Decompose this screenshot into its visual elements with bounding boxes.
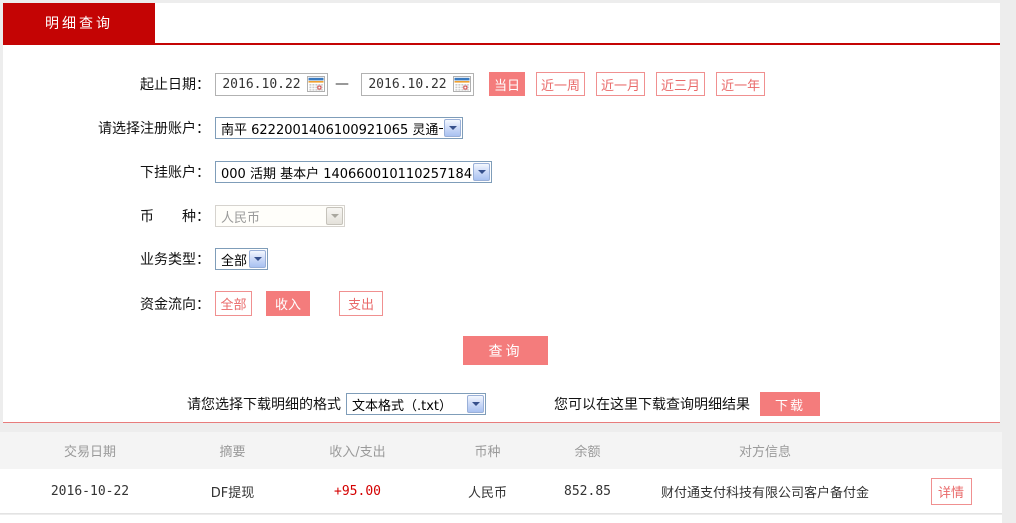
sub-account-select[interactable]: 000 活期 基本户 1406600101102571848 bbox=[215, 161, 492, 183]
currency-value: 人民币 bbox=[221, 210, 261, 226]
download-button[interactable]: 下载 bbox=[760, 392, 820, 416]
currency-label: 币 种： bbox=[140, 209, 210, 225]
end-date-input[interactable]: 2016.10.22 bbox=[361, 72, 474, 96]
date-separator: — bbox=[335, 76, 349, 92]
end-date-value: 2016.10.22 bbox=[368, 76, 447, 92]
column-header-amount: 收入/支出 bbox=[329, 445, 386, 460]
cell-transaction-date: 2016-10-22 bbox=[50, 483, 130, 499]
cell-currency: 人民币 bbox=[467, 485, 507, 501]
form-bottom-divider bbox=[3, 422, 1000, 423]
chevron-down-icon[interactable] bbox=[444, 119, 461, 137]
registered-account-select[interactable]: 南平 6222001406100921065 灵通卡 bbox=[215, 117, 463, 139]
quick-range-year-button[interactable]: 近一年 bbox=[716, 72, 766, 96]
start-date-input[interactable]: 2016.10.22 bbox=[215, 72, 328, 96]
quick-range-week-button[interactable]: 近一周 bbox=[536, 72, 586, 96]
quick-range-label: 近一年 bbox=[721, 78, 761, 94]
calendar-icon[interactable] bbox=[307, 76, 325, 92]
column-header-summary: 摘要 bbox=[219, 445, 246, 460]
chevron-down-icon[interactable] bbox=[249, 250, 266, 268]
quick-range-label: 当日 bbox=[494, 78, 521, 94]
registered-account-label: 请选择注册账户： bbox=[98, 121, 210, 137]
sub-account-row: 下挂账户： 000 活期 基本户 1406600101102571848 bbox=[3, 161, 1000, 183]
chevron-down-icon[interactable] bbox=[467, 395, 484, 413]
date-range-label: 起止日期： bbox=[140, 77, 210, 93]
quick-range-label: 近一月 bbox=[601, 78, 641, 94]
query-form: 起止日期： 2016.10.22 — 2016.10.22 当日 近一周 近一月… bbox=[3, 45, 1000, 422]
quick-range-label: 近一周 bbox=[541, 78, 581, 94]
download-format-select[interactable]: 文本格式（.txt） bbox=[346, 393, 486, 415]
column-header-counterparty: 对方信息 bbox=[738, 445, 791, 460]
column-header-date: 交易日期 bbox=[63, 445, 116, 460]
download-hint-text: 您可以在这里下载查询明细结果 bbox=[554, 397, 750, 413]
quick-range-3months-button[interactable]: 近三月 bbox=[656, 72, 706, 96]
quick-range-label: 近三月 bbox=[661, 78, 701, 94]
business-type-label: 业务类型： bbox=[140, 252, 210, 268]
detail-button[interactable]: 详情 bbox=[930, 477, 972, 505]
query-button[interactable]: 查询 bbox=[463, 336, 548, 365]
chevron-down-icon bbox=[326, 207, 343, 225]
calendar-icon[interactable] bbox=[453, 76, 471, 92]
date-range-row: 起止日期： 2016.10.22 — 2016.10.22 当日 近一周 近一月… bbox=[3, 71, 1000, 97]
fund-flow-all-button[interactable]: 全部 bbox=[215, 291, 252, 316]
download-format-label: 请您选择下载明细的格式 bbox=[187, 397, 341, 413]
fund-flow-expense-button[interactable]: 支出 bbox=[339, 291, 383, 316]
download-format-value: 文本格式（.txt） bbox=[352, 398, 453, 414]
fund-flow-income-button[interactable]: 收入 bbox=[266, 291, 310, 316]
fund-flow-row: 资金流向： 全部 收入 支出 bbox=[3, 291, 1000, 316]
fund-flow-option-label: 支出 bbox=[347, 298, 374, 313]
currency-select: 人民币 bbox=[215, 205, 345, 227]
column-header-balance: 余额 bbox=[574, 445, 601, 460]
quick-range-today-button[interactable]: 当日 bbox=[489, 72, 526, 96]
start-date-value: 2016.10.22 bbox=[222, 76, 301, 92]
currency-row: 币 种： 人民币 bbox=[3, 205, 1000, 227]
registered-account-value: 南平 6222001406100921065 灵通卡 bbox=[221, 122, 443, 138]
table-footer-spacer bbox=[0, 515, 1002, 523]
cell-counterparty: 财付通支付科技有限公司客户备付金 bbox=[660, 485, 869, 501]
chevron-down-icon[interactable] bbox=[473, 163, 490, 181]
fund-flow-option-label: 收入 bbox=[274, 298, 301, 313]
cell-amount: +95.00 bbox=[334, 483, 381, 499]
quick-range-month-button[interactable]: 近一月 bbox=[596, 72, 646, 96]
sub-account-value: 000 活期 基本户 1406600101102571848 bbox=[221, 166, 472, 182]
results-table-header: 交易日期 摘要 收入/支出 币种 余额 对方信息 bbox=[0, 432, 1002, 469]
cell-summary: DF提现 bbox=[210, 485, 255, 501]
column-header-currency: 币种 bbox=[474, 445, 501, 460]
fund-flow-option-label: 全部 bbox=[220, 298, 247, 313]
download-row: 请您选择下载明细的格式 文本格式（.txt） 您可以在这里下载查询明细结果 下载 bbox=[3, 392, 1000, 416]
business-type-value: 全部 bbox=[221, 253, 248, 269]
tab-detail-query[interactable]: 明细查询 bbox=[3, 3, 155, 43]
sub-account-label: 下挂账户： bbox=[140, 165, 210, 181]
cell-balance: 852.85 bbox=[564, 483, 611, 499]
business-type-select[interactable]: 全部 bbox=[215, 248, 268, 270]
table-row: 2016-10-22 DF提现 +95.00 人民币 852.85 财付通支付科… bbox=[0, 469, 1002, 514]
fund-flow-label: 资金流向： bbox=[140, 296, 210, 313]
tab-label: 明细查询 bbox=[45, 16, 113, 32]
business-type-row: 业务类型： 全部 bbox=[3, 248, 1000, 270]
registered-account-row: 请选择注册账户： 南平 6222001406100921065 灵通卡 bbox=[3, 117, 1000, 139]
cell-action: 详情 bbox=[900, 477, 1002, 505]
tab-bar: 明细查询 bbox=[3, 3, 1000, 43]
